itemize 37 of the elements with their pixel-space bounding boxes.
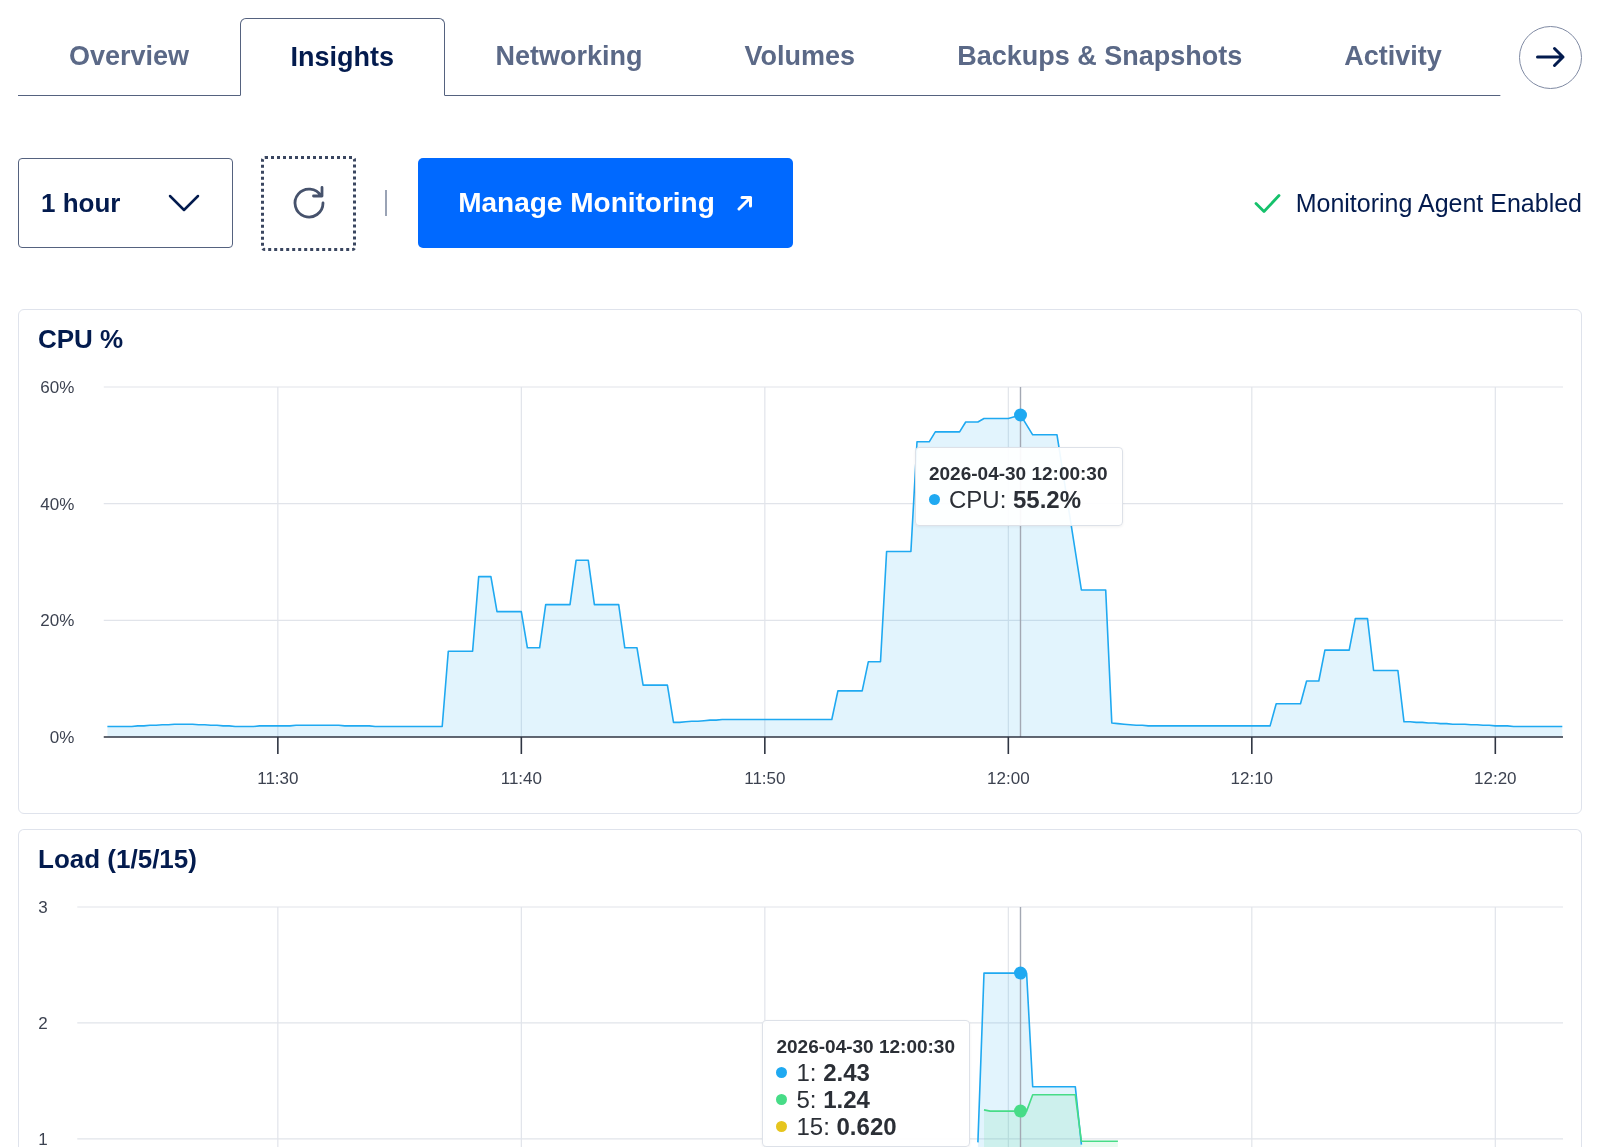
axis-label: 60% bbox=[40, 378, 75, 397]
tab[interactable]: Overview bbox=[18, 18, 241, 96]
tab[interactable]: Volumes bbox=[693, 18, 907, 96]
tooltip-title: 2026-04-30 12:00:30 bbox=[776, 1035, 955, 1059]
arrow-right-icon bbox=[1535, 46, 1566, 68]
manage-monitoring-button[interactable]: Manage Monitoring bbox=[418, 158, 793, 248]
data-point-icon bbox=[1014, 966, 1027, 980]
axis-label: 11:30 bbox=[257, 769, 299, 788]
data-point-icon bbox=[1014, 408, 1027, 422]
tooltip-value: CPU: 55.2% bbox=[949, 486, 1082, 513]
chart-title: Load (1/5/15) bbox=[37, 843, 198, 874]
refresh-button[interactable] bbox=[261, 155, 356, 251]
axis-label: 0% bbox=[49, 728, 75, 747]
axis-label: 1 bbox=[38, 1129, 48, 1147]
tooltip-value: 5: 1.24 bbox=[796, 1086, 870, 1113]
chevron-down-icon bbox=[168, 194, 200, 212]
tab[interactable]: Backups & Snapshots bbox=[906, 18, 1294, 96]
axis-label: 12:00 bbox=[987, 769, 1030, 788]
axis-label: 11:50 bbox=[744, 769, 786, 788]
axis-label: 3 bbox=[38, 898, 48, 917]
time-range-dropdown[interactable]: 1 hour bbox=[18, 158, 233, 248]
tooltip-title: 2026-04-30 12:00:30 bbox=[929, 462, 1108, 486]
arrow-up-right-icon bbox=[736, 195, 753, 211]
status-text: Monitoring Agent Enabled bbox=[1295, 188, 1582, 218]
tooltip-value: 15: 0.620 bbox=[796, 1113, 897, 1140]
axis-label: 2 bbox=[38, 1013, 48, 1033]
axis-label: 40% bbox=[40, 494, 75, 514]
tab[interactable]: Networking bbox=[444, 18, 694, 96]
chart-title: CPU % bbox=[37, 323, 125, 354]
tooltip-value: 1: 2.43 bbox=[796, 1059, 870, 1086]
tab[interactable]: Activity bbox=[1293, 18, 1493, 96]
data-point-icon bbox=[1014, 1104, 1027, 1118]
axis-label: 12:10 bbox=[1230, 769, 1274, 788]
tab[interactable]: Insights bbox=[240, 18, 445, 96]
axis-label: 11:40 bbox=[500, 769, 542, 788]
axis-label: 20% bbox=[40, 611, 75, 631]
axis-label: 12:20 bbox=[1474, 769, 1517, 788]
